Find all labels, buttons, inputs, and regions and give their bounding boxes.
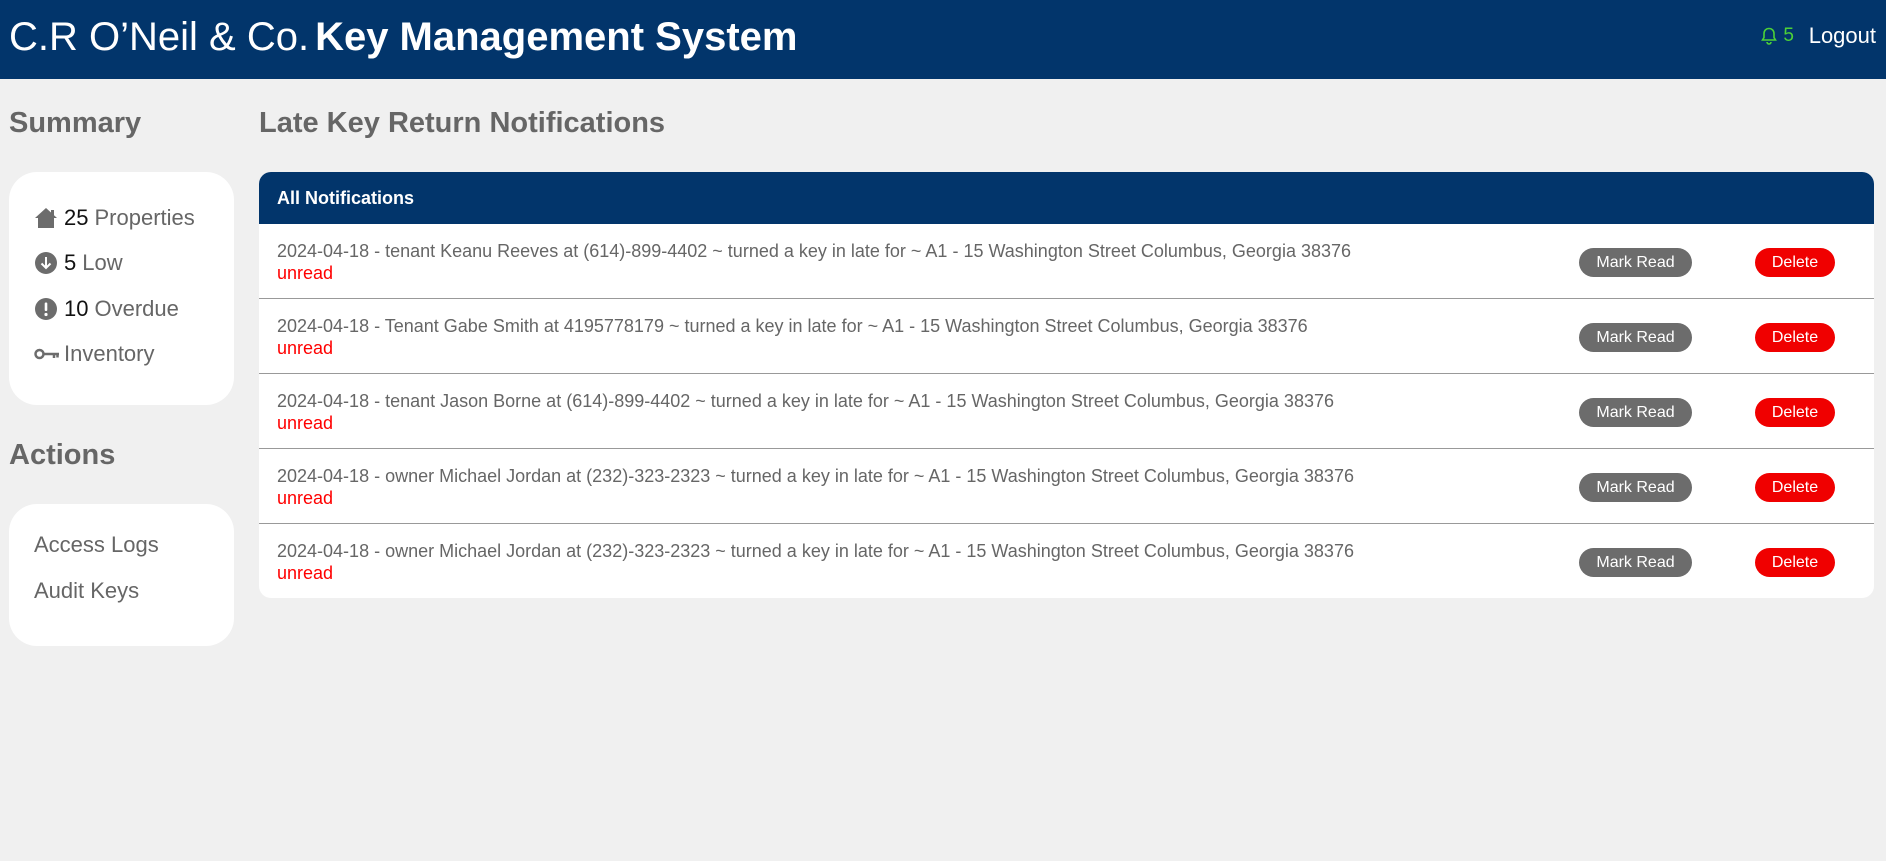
key-icon <box>34 341 60 367</box>
delete-button[interactable]: Delete <box>1755 548 1835 577</box>
app-brand: C.R O’Neil & Co. Key Management System <box>9 13 797 61</box>
mark-read-button[interactable]: Mark Read <box>1579 473 1692 502</box>
notifications-indicator[interactable]: 5 <box>1761 24 1794 48</box>
mark-read-button[interactable]: Mark Read <box>1579 248 1692 277</box>
panel-header: All Notifications <box>259 172 1874 224</box>
bell-icon <box>1761 27 1778 45</box>
inventory-label: Inventory <box>64 341 155 367</box>
low-label: Low <box>82 250 123 276</box>
actions-card: Access Logs Audit Keys <box>9 504 234 646</box>
notification-row: 2024-04-18 - owner Michael Jordan at (23… <box>259 524 1874 598</box>
delete-button[interactable]: Delete <box>1755 323 1835 352</box>
mark-read-button[interactable]: Mark Read <box>1579 323 1692 352</box>
arrow-down-circle-icon <box>34 250 60 276</box>
access-logs-link[interactable]: Access Logs <box>9 530 234 576</box>
summary-item-low[interactable]: 5 Low <box>9 241 234 287</box>
summary-card: 25 Properties 5 Low 10 Overdue Inventory <box>9 172 234 405</box>
audit-keys-link[interactable]: Audit Keys <box>9 576 234 622</box>
delete-button[interactable]: Delete <box>1755 473 1835 502</box>
notification-message: 2024-04-18 - owner Michael Jordan at (23… <box>277 466 1354 486</box>
actions-title: Actions <box>9 439 116 471</box>
system-name: Key Management System <box>315 15 798 59</box>
logout-link[interactable]: Logout <box>1809 24 1876 48</box>
properties-label: Properties <box>94 204 195 230</box>
mark-read-button[interactable]: Mark Read <box>1579 548 1692 577</box>
properties-count: 25 <box>64 204 89 230</box>
notification-message: 2024-04-18 - tenant Jason Borne at (614)… <box>277 391 1334 411</box>
delete-button[interactable]: Delete <box>1755 398 1835 427</box>
notification-status: unread <box>277 488 334 508</box>
notifications-panel: All Notifications 2024-04-18 - tenant Ke… <box>259 172 1874 598</box>
notification-row: 2024-04-18 - owner Michael Jordan at (23… <box>259 449 1874 524</box>
summary-item-overdue[interactable]: 10 Overdue <box>9 286 234 332</box>
low-count: 5 <box>64 250 77 276</box>
notification-row: 2024-04-18 - tenant Jason Borne at (614)… <box>259 374 1874 449</box>
summary-item-properties[interactable]: 25 Properties <box>9 195 234 241</box>
summary-title: Summary <box>9 107 142 139</box>
notification-status: unread <box>277 338 334 358</box>
notification-row: 2024-04-18 - Tenant Gabe Smith at 419577… <box>259 299 1874 374</box>
notification-message: 2024-04-18 - owner Michael Jordan at (23… <box>277 541 1354 561</box>
overdue-label: Overdue <box>94 295 179 321</box>
exclamation-circle-icon <box>34 296 60 322</box>
mark-read-button[interactable]: Mark Read <box>1579 398 1692 427</box>
delete-button[interactable]: Delete <box>1755 248 1835 277</box>
notification-row: 2024-04-18 - tenant Keanu Reeves at (614… <box>259 224 1874 299</box>
notification-message: 2024-04-18 - tenant Keanu Reeves at (614… <box>277 241 1352 261</box>
page-title: Late Key Return Notifications <box>259 107 666 139</box>
summary-item-inventory[interactable]: Inventory <box>9 332 234 378</box>
house-icon <box>34 205 60 231</box>
notification-status: unread <box>277 563 334 583</box>
company-name: C.R O’Neil & Co. <box>9 15 310 59</box>
top-navbar: C.R O’Neil & Co. Key Management System 5 … <box>0 0 1886 79</box>
notification-message: 2024-04-18 - Tenant Gabe Smith at 419577… <box>277 316 1308 336</box>
notification-status: unread <box>277 263 334 283</box>
notification-count: 5 <box>1783 25 1794 46</box>
overdue-count: 10 <box>64 295 89 321</box>
notification-status: unread <box>277 413 334 433</box>
